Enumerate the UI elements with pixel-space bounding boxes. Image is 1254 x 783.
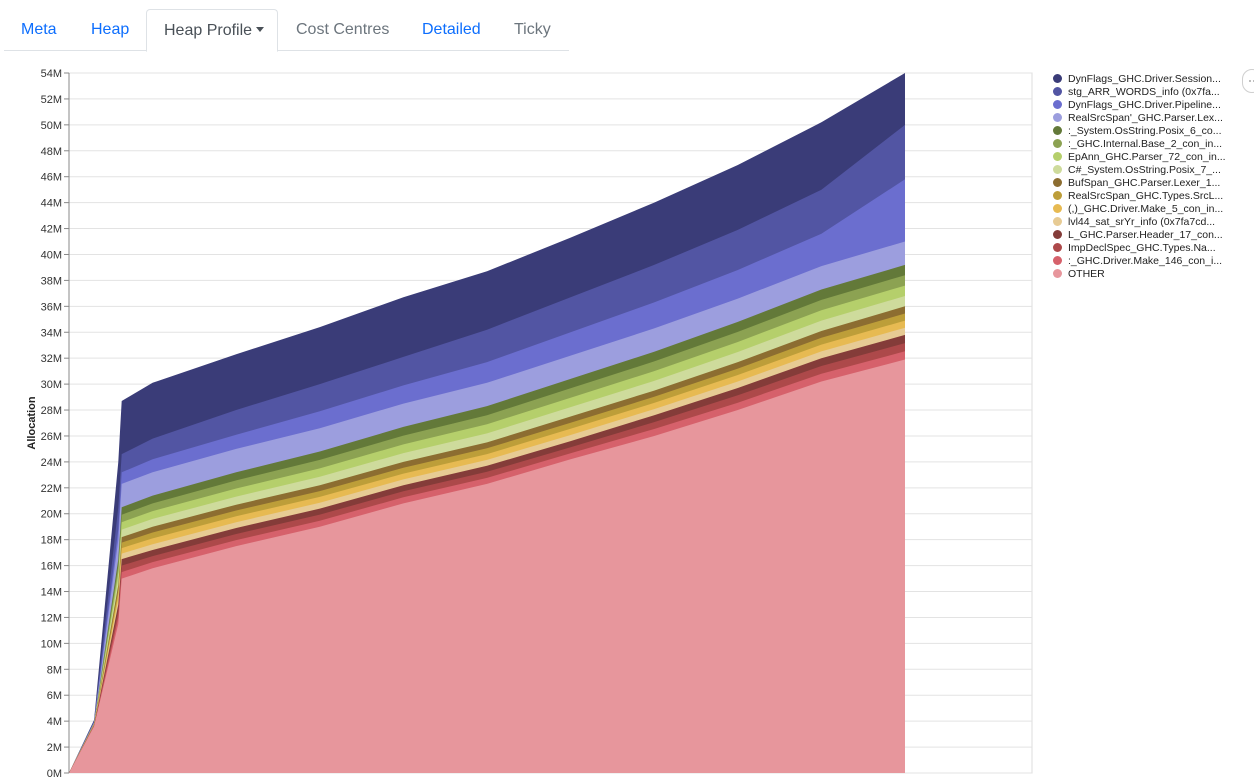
legend-item[interactable]: stg_ARR_WORDS_info (0x7fa... [1053, 85, 1253, 98]
legend-swatch-icon [1053, 152, 1062, 161]
legend-swatch-icon [1053, 126, 1062, 135]
y-tick-label: 18M [41, 535, 62, 547]
legend-swatch-icon [1053, 269, 1062, 278]
legend-item[interactable]: EpAnn_GHC.Parser_72_con_in... [1053, 150, 1253, 163]
y-tick-label: 32M [41, 353, 62, 365]
legend-swatch-icon [1053, 74, 1062, 83]
legend-swatch-icon [1053, 217, 1062, 226]
y-tick-label: 26M [41, 431, 62, 443]
y-tick-label: 6M [47, 690, 62, 702]
y-tick-label: 40M [41, 249, 62, 261]
legend-label: BufSpan_GHC.Parser.Lexer_1... [1068, 176, 1221, 189]
legend-label: RealSrcSpan_GHC.Types.SrcL... [1068, 189, 1224, 202]
y-axis: 0M 2M 4M 6M 8M 10M 12M 14M 16M 18M 20M 22M 24M 26M 28M… [41, 68, 70, 780]
y-tick-label: 52M [41, 94, 62, 106]
legend-label: C#_System.OsString.Posix_7_... [1068, 163, 1221, 176]
y-tick-label: 14M [41, 587, 62, 599]
y-tick-label: 34M [41, 327, 62, 339]
y-tick-label: 8M [47, 664, 62, 676]
legend-swatch-icon [1053, 139, 1062, 148]
legend-swatch-icon [1053, 87, 1062, 96]
legend-item[interactable]: RealSrcSpan_GHC.Types.SrcL... [1053, 189, 1253, 202]
legend-swatch-icon [1053, 243, 1062, 252]
y-tick-label: 44M [41, 198, 62, 210]
y-tick-label: 24M [41, 457, 62, 469]
y-tick-label: 0M [47, 768, 62, 780]
legend-item[interactable]: OTHER [1053, 267, 1253, 280]
y-tick-label: 22M [41, 483, 62, 495]
legend-item[interactable]: BufSpan_GHC.Parser.Lexer_1... [1053, 176, 1253, 189]
legend-label: :_GHC.Internal.Base_2_con_in... [1068, 137, 1223, 150]
legend-item[interactable]: DynFlags_GHC.Driver.Pipeline... [1053, 98, 1253, 111]
legend-swatch-icon [1053, 100, 1062, 109]
legend-label: lvl44_sat_srYr_info (0x7fa7cd... [1068, 215, 1216, 228]
legend-item[interactable]: lvl44_sat_srYr_info (0x7fa7cd... [1053, 215, 1253, 228]
y-tick-label: 4M [47, 716, 62, 728]
legend-swatch-icon [1053, 191, 1062, 200]
y-tick-label: 2M [47, 742, 62, 754]
y-tick-label: 16M [41, 561, 62, 573]
heap-profile-chart[interactable]: 0M 2M 4M 6M 8M 10M 12M 14M 16M 18M 20M 22M 24M 26M 28M… [0, 0, 1040, 783]
y-tick-label: 50M [41, 120, 62, 132]
legend-label: :_System.OsString.Posix_6_co... [1068, 124, 1222, 137]
legend-label: ImpDeclSpec_GHC.Types.Na... [1068, 241, 1216, 254]
legend-label: :_GHC.Driver.Make_146_con_i... [1068, 254, 1223, 267]
legend-label: OTHER [1068, 267, 1105, 280]
legend-item[interactable]: DynFlags_GHC.Driver.Session... [1053, 72, 1253, 85]
legend-label: EpAnn_GHC.Parser_72_con_in... [1068, 150, 1226, 163]
legend-item[interactable]: L_GHC.Parser.Header_17_con... [1053, 228, 1253, 241]
y-tick-label: 46M [41, 172, 62, 184]
y-tick-label: 48M [41, 146, 62, 158]
legend-swatch-icon [1053, 230, 1062, 239]
legend-label: L_GHC.Parser.Header_17_con... [1068, 228, 1223, 241]
legend-label: RealSrcSpan'_GHC.Parser.Lex... [1068, 111, 1223, 124]
legend-item[interactable]: :_GHC.Driver.Make_146_con_i... [1053, 254, 1253, 267]
legend-label: DynFlags_GHC.Driver.Pipeline... [1068, 98, 1221, 111]
legend-item[interactable]: :_System.OsString.Posix_6_co... [1053, 124, 1253, 137]
legend-item[interactable]: RealSrcSpan'_GHC.Parser.Lex... [1053, 111, 1253, 124]
legend-label: stg_ARR_WORDS_info (0x7fa... [1068, 85, 1220, 98]
legend-item[interactable]: :_GHC.Internal.Base_2_con_in... [1053, 137, 1253, 150]
y-tick-label: 54M [41, 68, 62, 80]
legend-label: (,)_GHC.Driver.Make_5_con_in... [1068, 202, 1224, 215]
legend-item[interactable]: C#_System.OsString.Posix_7_... [1053, 163, 1253, 176]
legend-swatch-icon [1053, 113, 1062, 122]
legend-item[interactable]: (,)_GHC.Driver.Make_5_con_in... [1053, 202, 1253, 215]
y-tick-label: 20M [41, 509, 62, 521]
y-tick-label: 38M [41, 275, 62, 287]
chart-legend: DynFlags_GHC.Driver.Session... stg_ARR_WO… [1053, 72, 1253, 280]
legend-item[interactable]: ImpDeclSpec_GHC.Types.Na... [1053, 241, 1253, 254]
chart-menu-button[interactable] [1242, 69, 1254, 93]
y-tick-label: 42M [41, 224, 62, 236]
legend-swatch-icon [1053, 178, 1062, 187]
legend-swatch-icon [1053, 204, 1062, 213]
y-tick-label: 30M [41, 379, 62, 391]
y-tick-label: 36M [41, 301, 62, 313]
y-tick-label: 28M [41, 405, 62, 417]
y-axis-title: Allocation [26, 396, 38, 449]
legend-swatch-icon [1053, 165, 1062, 174]
legend-label: DynFlags_GHC.Driver.Session... [1068, 72, 1221, 85]
legend-swatch-icon [1053, 256, 1062, 265]
y-tick-label: 12M [41, 612, 62, 624]
y-tick-label: 10M [41, 638, 62, 650]
